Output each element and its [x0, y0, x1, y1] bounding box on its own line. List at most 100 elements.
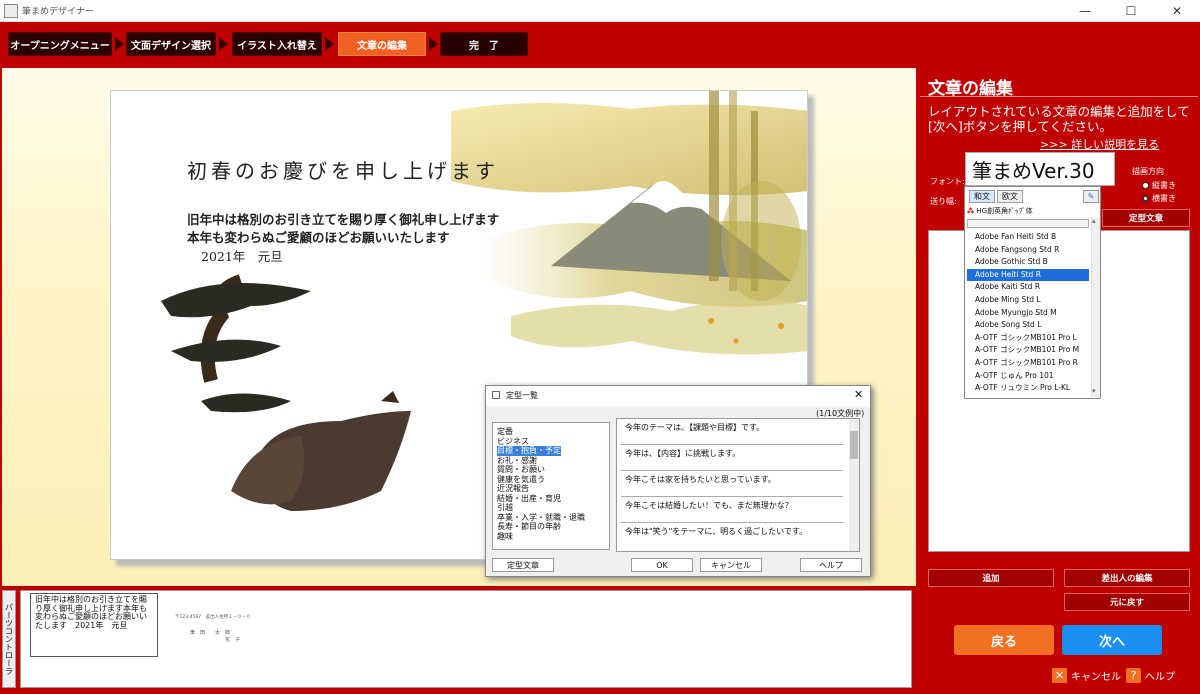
scroll-down-icon[interactable]: ▾: [1092, 387, 1096, 395]
maximize-button[interactable]: ☐: [1108, 0, 1154, 22]
cancel-button[interactable]: キャンセル: [700, 558, 762, 572]
font-item-selected[interactable]: Adobe Heiti Std R: [967, 268, 1089, 282]
font-label: フォント:: [930, 177, 965, 186]
font-item[interactable]: A-OTF ゴシックMB101 Pro L: [975, 332, 1077, 345]
step-design-select[interactable]: 文面デザイン選択: [126, 32, 216, 56]
category-tree[interactable]: 定番 ビジネス 目標・抱負・予定 お礼・感謝 質問・お願い 健康を気遣う 近況報…: [492, 422, 610, 550]
scrollbar[interactable]: [849, 419, 859, 551]
font-item[interactable]: A-OTF じゅん Pro 101: [975, 370, 1054, 383]
sender-name-1[interactable]: 筆 田 太 郎: [190, 629, 230, 636]
font-search-input[interactable]: [967, 219, 1089, 228]
greeting-line-1[interactable]: 旧年中は格別のお引き立てを賜り厚く御礼申し上げます: [187, 209, 499, 228]
spacing-label: 送り幅:: [930, 197, 957, 206]
teikei-panel-button[interactable]: 定型文章: [1102, 209, 1190, 227]
dialog-icon: [492, 391, 500, 399]
ok-button[interactable]: OK: [631, 558, 693, 572]
sender-edit-button[interactable]: 差出人の編集: [1064, 569, 1190, 587]
vertical-radio-label: 縦書き: [1152, 181, 1176, 190]
divider: [920, 96, 1198, 97]
radio-on-icon[interactable]: [1142, 195, 1149, 202]
font-item[interactable]: A-OTF ゴシックMB101 Pro R: [975, 357, 1078, 370]
cancel-link[interactable]: ✕ キャンセル: [1052, 668, 1121, 683]
greeting-date[interactable]: 2021年 元旦: [201, 246, 283, 265]
template-row[interactable]: 今年は、【内容】に挑戦します。: [621, 445, 843, 471]
scroll-up-icon[interactable]: ▴: [1092, 217, 1096, 225]
scrollbar-thumb[interactable]: [850, 431, 858, 459]
next-button[interactable]: 次へ: [1062, 625, 1162, 655]
tree-item[interactable]: 趣味: [497, 532, 609, 542]
teikei-button[interactable]: 定型文章: [492, 558, 554, 572]
font-item[interactable]: A-OTF リュウミン Pro L-KL: [975, 382, 1070, 395]
template-list[interactable]: 今年のテーマは、【課題や目標】です。 今年は、【内容】に挑戦します。 今年こそは…: [616, 418, 860, 552]
step-opening-menu[interactable]: オープニングメニュー: [8, 32, 112, 56]
tree-item[interactable]: 定番: [497, 427, 609, 437]
minimize-button[interactable]: —: [1062, 0, 1108, 22]
tab-japanese-fonts[interactable]: 和文: [969, 190, 995, 203]
tree-item[interactable]: お礼・感謝: [497, 456, 609, 466]
tree-item[interactable]: 卒業・入学・就職・退職: [497, 513, 609, 523]
template-dialog: 定型一覧 ✕ (1/10文例中) 定番 ビジネス 目標・抱負・予定 お礼・感謝 …: [485, 385, 871, 577]
font-item[interactable]: Adobe Ming Std L: [975, 294, 1041, 307]
sender-address[interactable]: 〒123-4567 差出人住所１－０－０: [175, 614, 251, 620]
radio-off-icon[interactable]: [1142, 182, 1149, 189]
tree-item[interactable]: ビジネス: [497, 437, 609, 447]
step-illust-replace[interactable]: イラスト入れ替え: [232, 32, 322, 56]
template-row[interactable]: 今年こそは結婚したい！でも、まだ無理かな？: [621, 497, 843, 523]
font-item[interactable]: Adobe Fangsong Std R: [975, 244, 1059, 257]
tab-western-fonts[interactable]: 欧文: [997, 190, 1023, 203]
direction-label: 描画方向: [1132, 167, 1164, 176]
help-link[interactable]: ? ヘルプ: [1126, 668, 1175, 683]
template-row[interactable]: 今年こそは家を持ちたいと思っています。: [621, 471, 843, 497]
details-link[interactable]: >>> 詳しい説明を見る: [1040, 136, 1159, 152]
close-window-button[interactable]: ✕: [1154, 0, 1200, 22]
font-type-icon: ⁂: [967, 207, 975, 215]
tree-item-selected[interactable]: 目標・抱負・予定: [497, 446, 561, 456]
add-button[interactable]: 追加: [928, 569, 1054, 587]
font-top-item-label: HG創英角ﾎﾟｯﾌﾟ体: [976, 207, 1033, 215]
cancel-label: キャンセル: [1071, 672, 1121, 683]
step-text-edit[interactable]: 文章の編集: [338, 32, 426, 56]
undo-button[interactable]: 元に戻す: [1064, 593, 1190, 611]
font-dropdown-list[interactable]: 和文 欧文 ✎ ⁂ HG創英角ﾎﾟｯﾌﾟ体 Adobe Fan Heiti St…: [964, 186, 1101, 399]
help-button[interactable]: ヘルプ: [800, 558, 862, 572]
tree-item[interactable]: 引越: [497, 503, 609, 513]
font-select[interactable]: 筆まめVer.30: [965, 152, 1115, 186]
template-row[interactable]: 今年は"笑う"をテーマに、明るく過ごしたいです。: [621, 523, 843, 549]
tree-item[interactable]: 長寿・節目の年齢: [497, 522, 609, 532]
sender-name-2[interactable]: 花 子: [190, 636, 240, 643]
parts-text-preview[interactable]: 旧年中は格別のお引き立てを賜り厚く御礼申し上げます本年も変わらぬご愛顧のほどお願…: [30, 593, 158, 657]
panel-description: レイアウトされている文章の編集と追加をして[次へ]ボタンを押してください。: [928, 104, 1190, 134]
greeting-title[interactable]: 初春のお慶びを申し上げます: [187, 155, 499, 184]
step-arrow-icon: [325, 37, 334, 51]
font-item[interactable]: Adobe Song Std L: [975, 319, 1041, 332]
font-settings-icon[interactable]: ✎: [1083, 190, 1099, 203]
step-arrow-icon: [219, 37, 228, 51]
horizontal-radio-label: 横書き: [1152, 194, 1176, 203]
title-bar: 筆まめデザイナー — ☐ ✕: [0, 0, 1200, 22]
font-scrollbar[interactable]: ▴ ▾: [1091, 217, 1100, 397]
font-item[interactable]: Adobe Kaiti Std R: [975, 281, 1040, 294]
step-complete[interactable]: 完 了: [440, 32, 528, 56]
help-question-icon: ?: [1126, 668, 1141, 683]
font-item[interactable]: A-OTF ゴシックMB101 Pro M: [975, 344, 1079, 357]
tree-item[interactable]: 健康を気遣う: [497, 475, 609, 485]
font-item[interactable]: Adobe Fan Heiti Std B: [975, 231, 1056, 244]
step-arrow-icon: [429, 37, 438, 51]
tree-item[interactable]: 近況報告: [497, 484, 609, 494]
template-row[interactable]: 今年のテーマは、【課題や目標】です。: [621, 419, 843, 445]
dialog-header: 定型一覧 ✕: [486, 386, 870, 406]
font-item[interactable]: Adobe Gothic Std B: [975, 256, 1048, 269]
font-top-item[interactable]: ⁂ HG創英角ﾎﾟｯﾌﾟ体: [967, 206, 1033, 216]
vertical-radio[interactable]: 縦書き: [1142, 180, 1176, 191]
parts-controller-tab[interactable]: パーツコントローラ: [2, 590, 16, 688]
back-button[interactable]: 戻る: [954, 625, 1054, 655]
dialog-title: 定型一覧: [506, 391, 538, 400]
horizontal-radio[interactable]: 横書き: [1142, 193, 1176, 204]
app-icon: [4, 4, 18, 18]
greeting-line-2[interactable]: 本年も変わらぬご愛顧のほどお願いいたします: [187, 227, 450, 246]
tree-item[interactable]: 質問・お願い: [497, 465, 609, 475]
font-item[interactable]: Adobe Myungjo Std M: [975, 307, 1057, 320]
close-icon[interactable]: ✕: [854, 388, 863, 401]
tree-item[interactable]: 結婚・出産・育児: [497, 494, 609, 504]
window-title: 筆まめデザイナー: [22, 7, 94, 17]
